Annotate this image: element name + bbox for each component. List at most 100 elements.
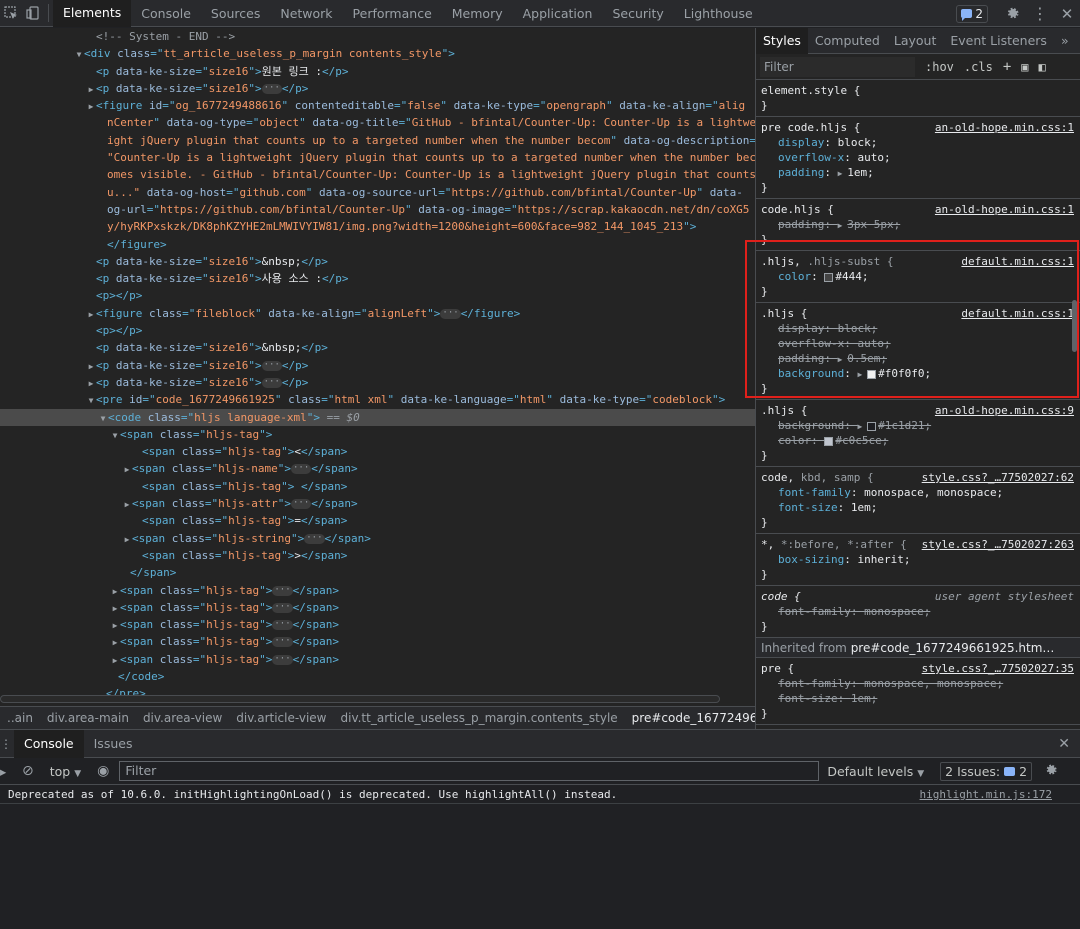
dom-node[interactable]: <p data-ke-size="size16">&nbsp;</p> — [0, 253, 755, 270]
dom-node[interactable]: ▶ <p data-ke-size="size16"> ··· </p> — [0, 357, 755, 374]
dom-node[interactable]: </code> — [0, 668, 755, 685]
css-property-value[interactable]: #1c1d21; — [878, 419, 931, 432]
css-property-value[interactable]: #c0c5ce; — [835, 434, 888, 447]
css-property-name[interactable]: color — [778, 434, 811, 447]
dom-node[interactable]: og-url="https://github.com/bfintal/Count… — [0, 201, 755, 218]
dom-node[interactable]: <span class="hljs-tag">=</span> — [0, 512, 755, 529]
tab-network[interactable]: Network — [270, 0, 342, 27]
css-property-value[interactable]: inherit; — [857, 553, 910, 566]
collapse-arrow-icon[interactable]: ▶ — [122, 461, 132, 477]
css-property-value[interactable]: monospace, monospace; — [864, 677, 1003, 690]
tab-elements[interactable]: Elements — [53, 0, 132, 27]
hov-button[interactable]: :hov — [925, 60, 954, 74]
dom-node[interactable]: ▼ <span class="hljs-tag"> — [0, 426, 755, 443]
ellipsis-button[interactable]: ··· — [272, 654, 293, 665]
css-property-name[interactable]: padding — [778, 166, 824, 179]
css-property-name[interactable]: overflow-x — [778, 151, 844, 164]
dom-node[interactable]: <p></p> — [0, 287, 755, 304]
css-property[interactable]: color: #444; — [761, 269, 1076, 284]
css-property[interactable]: padding: ▶ 3px 5px; — [761, 217, 1076, 232]
css-property-value[interactable]: block; — [838, 136, 878, 149]
collapse-arrow-icon[interactable]: ▶ — [110, 617, 120, 633]
horizontal-scrollbar[interactable] — [0, 695, 720, 703]
rule-source-link[interactable]: style.css?_…7502027:263 — [922, 537, 1074, 552]
rule-selector[interactable]: pre code.hljs { — [761, 121, 860, 134]
css-property-name[interactable]: font-family — [778, 486, 851, 499]
css-property-name[interactable]: background — [778, 367, 844, 380]
ellipsis-button[interactable]: ··· — [440, 308, 461, 319]
css-property-value[interactable]: #f0f0f0; — [878, 367, 931, 380]
gear-icon[interactable] — [998, 0, 1026, 27]
tab-memory[interactable]: Memory — [442, 0, 513, 27]
ellipsis-button[interactable]: ··· — [272, 620, 293, 631]
css-property[interactable]: display: block; — [761, 135, 1076, 150]
collapse-arrow-icon[interactable]: ▶ — [86, 375, 96, 391]
css-property-name[interactable]: font-family — [778, 605, 851, 618]
dom-node[interactable]: <span class="hljs-tag"><</span> — [0, 443, 755, 460]
rule-selector[interactable]: .hljs { — [761, 404, 807, 417]
dom-node[interactable]: ▶ <span class="hljs-tag"> ··· </span> — [0, 599, 755, 616]
css-property-name[interactable]: box-sizing — [778, 553, 844, 566]
tab-sources[interactable]: Sources — [201, 0, 270, 27]
close-drawer-icon[interactable]: ✕ — [1058, 736, 1070, 752]
css-property-value[interactable]: monospace, monospace; — [864, 486, 1003, 499]
dom-node[interactable]: ▼ <div class="tt_article_useless_p_margin… — [0, 45, 755, 62]
css-property-name[interactable]: overflow-x — [778, 337, 844, 350]
inspect-element-icon[interactable] — [0, 0, 22, 27]
close-icon[interactable]: ✕ — [1054, 0, 1080, 27]
css-property-value[interactable]: block; — [838, 322, 878, 335]
css-property[interactable]: font-family: monospace, monospace; — [761, 485, 1076, 500]
dom-node[interactable]: </figure> — [0, 236, 755, 253]
ellipsis-button[interactable]: ··· — [272, 585, 293, 596]
dom-node[interactable]: ▶ <span class="hljs-string"> ··· </span> — [0, 530, 755, 547]
collapse-arrow-icon[interactable]: ▶ — [122, 531, 132, 547]
breadcrumb-item[interactable]: pre#code_1677249661925.html.x — [625, 711, 755, 725]
dom-node[interactable]: ▼ <pre id="code_1677249661925" class="htm… — [0, 391, 755, 408]
collapse-arrow-icon[interactable]: ▶ — [122, 496, 132, 512]
rule-source-link[interactable]: style.css?_…77502027:35 — [922, 661, 1074, 676]
tab-performance[interactable]: Performance — [343, 0, 442, 27]
rule-source-link[interactable]: style.css?_…77502027:62 — [922, 470, 1074, 485]
dom-node[interactable]: ▶ <span class="hljs-tag"> ··· </span> — [0, 582, 755, 599]
clear-console-icon[interactable]: ⊘ — [22, 763, 34, 779]
color-swatch[interactable] — [824, 436, 834, 446]
eye-icon[interactable]: ◉ — [97, 763, 109, 779]
breadcrumb-item[interactable]: ..ain — [0, 711, 40, 725]
css-property[interactable]: box-sizing: inherit; — [761, 552, 1076, 567]
dom-node[interactable]: ▶ <figure id="og_1677249488616" contented… — [0, 97, 755, 114]
rule-selector[interactable]: code.hljs { — [761, 203, 834, 216]
expand-arrow-icon[interactable]: ▼ — [74, 46, 84, 62]
breadcrumb-item[interactable]: div.article-view — [229, 711, 333, 725]
log-levels-select[interactable]: Default levels ▼ — [827, 764, 924, 779]
console-filter-input[interactable]: Filter — [119, 761, 820, 781]
collapse-arrow-icon[interactable]: ▶ — [86, 81, 96, 97]
paint-icon[interactable]: ▣ — [1021, 60, 1028, 74]
dom-node[interactable]: ▶ <span class="hljs-attr"> ··· </span> — [0, 495, 755, 512]
css-property[interactable]: display: block; — [761, 321, 1076, 336]
css-property-value[interactable]: monospace; — [864, 605, 930, 618]
dom-node[interactable]: ▶ <span class="hljs-tag"> ··· </span> — [0, 633, 755, 650]
toggle-sidebar-icon[interactable]: ◧ — [1038, 60, 1045, 74]
rule-source-link[interactable]: an-old-hope.min.css:9 — [935, 403, 1074, 418]
collapse-arrow-icon[interactable]: ▶ — [86, 358, 96, 374]
dom-node[interactable]: ▶ <p data-ke-size="size16"> ··· </p> — [0, 374, 755, 391]
dom-node[interactable]: omes visible. - GitHub - bfintal/Counter… — [0, 166, 755, 183]
dom-node[interactable]: </span> — [0, 564, 755, 581]
dom-node[interactable]: y/hyRKPxskzk/DK8phKZYHE2mLMWIVYIW81/img.… — [0, 218, 755, 235]
rule-selector[interactable]: .hljs { — [761, 307, 807, 320]
css-property-value[interactable]: auto; — [857, 337, 890, 350]
css-property-name[interactable]: display — [778, 322, 824, 335]
styles-tab-layout[interactable]: Layout — [887, 28, 944, 54]
styles-tab-event-listeners[interactable]: Event Listeners — [943, 28, 1054, 54]
issues-button[interactable]: 2 Issues: 2 — [940, 761, 1033, 781]
ellipsis-button[interactable]: ··· — [261, 83, 282, 94]
more-tabs-icon[interactable]: » — [1054, 28, 1076, 54]
css-property-name[interactable]: padding — [778, 218, 824, 231]
sidebar-icon[interactable]: ▸ — [0, 764, 14, 779]
dom-node[interactable]: ▶ <span class="hljs-tag"> ··· </span> — [0, 651, 755, 668]
expand-shorthand-icon[interactable]: ▶ — [838, 221, 848, 230]
dom-node[interactable]: <p></p> — [0, 322, 755, 339]
dom-node[interactable]: ▶ <p data-ke-size="size16"> ··· </p> — [0, 80, 755, 97]
drawer-tab-console[interactable]: Console — [14, 729, 84, 758]
device-toolbar-icon[interactable] — [22, 0, 44, 27]
